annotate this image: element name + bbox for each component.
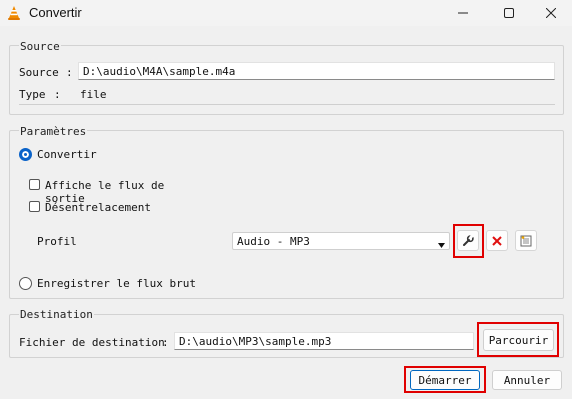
profile-select-value: Audio - MP3 xyxy=(237,235,310,248)
wrench-icon xyxy=(463,234,474,246)
browse-button[interactable]: Parcourir xyxy=(483,329,554,351)
window-title: Convertir xyxy=(29,5,82,20)
new-profile-button[interactable] xyxy=(515,230,537,251)
edit-profile-button[interactable] xyxy=(457,230,479,251)
show-output-checkbox[interactable] xyxy=(29,179,40,190)
source-group-title: Source xyxy=(19,40,61,53)
destination-colon: : xyxy=(162,336,169,349)
source-colon: : xyxy=(66,66,73,79)
source-divider xyxy=(19,104,555,105)
minimize-button[interactable] xyxy=(440,0,486,26)
delete-x-icon xyxy=(492,235,502,246)
profile-select[interactable]: Audio - MP3 xyxy=(232,232,450,250)
show-output-option[interactable]: Affiche le flux de sortie xyxy=(29,178,209,205)
type-value: file xyxy=(80,88,107,101)
maximize-icon xyxy=(504,8,514,18)
settings-group-title: Paramètres xyxy=(19,125,88,138)
title-bar: Convertir xyxy=(0,0,572,26)
convert-radio[interactable] xyxy=(19,148,32,161)
type-colon: : xyxy=(54,88,61,101)
start-button[interactable]: Démarrer xyxy=(410,370,480,390)
source-path-field[interactable]: D:\audio\M4A\sample.m4a xyxy=(78,62,555,80)
source-label: Source xyxy=(19,66,59,79)
delete-profile-button[interactable] xyxy=(486,230,508,251)
deinterlace-option[interactable]: Désentrelacement xyxy=(29,200,159,214)
raw-dump-radio[interactable] xyxy=(19,277,32,290)
profile-label: Profil xyxy=(37,235,77,248)
close-button[interactable] xyxy=(528,0,572,26)
maximize-button[interactable] xyxy=(486,0,532,26)
list-new-icon xyxy=(520,235,532,246)
destination-group-title: Destination xyxy=(19,308,94,321)
raw-dump-radio-option[interactable]: Enregistrer le flux brut xyxy=(19,276,199,292)
close-icon xyxy=(546,8,556,18)
destination-file-label: Fichier de destination xyxy=(19,336,165,349)
convert-radio-option[interactable]: Convertir xyxy=(19,147,119,163)
deinterlace-checkbox[interactable] xyxy=(29,201,40,212)
destination-path-field[interactable]: D:\audio\MP3\sample.mp3 xyxy=(174,332,474,350)
vlc-cone-icon xyxy=(6,5,22,21)
type-label: Type xyxy=(19,88,46,101)
dropdown-arrow-icon xyxy=(438,238,445,251)
raw-dump-label: Enregistrer le flux brut xyxy=(37,277,196,290)
deinterlace-label: Désentrelacement xyxy=(45,201,151,214)
convert-label: Convertir xyxy=(37,148,97,161)
cancel-button[interactable]: Annuler xyxy=(492,370,562,390)
minimize-icon xyxy=(458,12,468,14)
